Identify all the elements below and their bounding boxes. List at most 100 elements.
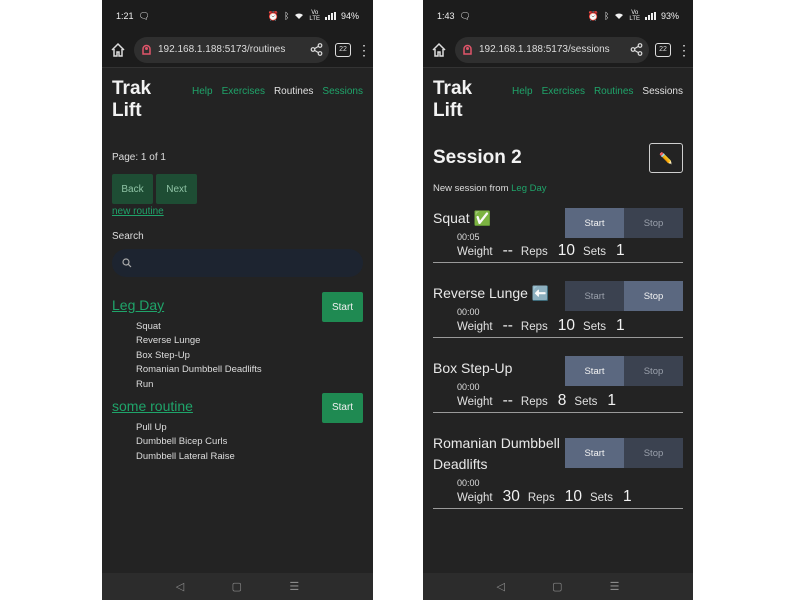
phone-screen-routines: 1:21 🗨 ⏰ ᛒ Vo LTE 94% 192.168.1.188:5173/…: [102, 0, 373, 600]
recents-nav-icon[interactable]: ☰: [610, 580, 620, 593]
search-input[interactable]: [138, 255, 353, 271]
share-icon[interactable]: [310, 43, 323, 56]
start-button[interactable]: Start: [565, 356, 624, 386]
stop-button[interactable]: Stop: [624, 438, 683, 468]
back-button[interactable]: Back: [112, 174, 153, 204]
home-nav-icon[interactable]: ▢: [232, 580, 242, 593]
list-item: Dumbbell Bicep Curls: [136, 436, 228, 448]
more-vert-icon[interactable]: ⋮: [677, 43, 691, 57]
reps-label: Reps: [520, 396, 548, 408]
list-item: Squat: [136, 321, 161, 332]
url-text[interactable]: 192.168.1.188:5173/sessions: [479, 44, 625, 55]
exercise-name: Reverse Lunge ⬅️: [433, 285, 550, 301]
app-title: Trak Lift: [112, 78, 152, 121]
list-item: Run: [136, 378, 154, 390]
battery-level: 94%: [340, 11, 359, 21]
weight-value: --: [502, 242, 513, 259]
exercise-name: Romanian Dumbbell Deadlifts: [433, 435, 560, 472]
status-bar: 1:43 🗨 ⏰ ᛒ Vo LTE 93%: [423, 0, 693, 32]
volte-indicator: Vo LTE: [629, 10, 640, 22]
exercise-stats: Weight -- Reps 10 Sets 1: [457, 317, 683, 335]
sets-value: 1: [616, 242, 625, 259]
source-routine-link[interactable]: Leg Day: [511, 183, 546, 194]
status-bar: 1:21 🗨 ⏰ ᛒ Vo LTE 94%: [102, 0, 373, 32]
stop-button[interactable]: Stop: [624, 208, 683, 238]
start-stop-toggle: Start Stop: [565, 208, 683, 238]
system-nav-bar: ◁ ▢ ☰: [102, 573, 373, 600]
edit-session-button[interactable]: ✏️: [649, 143, 683, 173]
nav-routines[interactable]: Routines: [594, 86, 633, 97]
nav-exercises[interactable]: Exercises: [542, 86, 585, 97]
reps-value: 10: [557, 317, 576, 334]
url-text[interactable]: 192.168.1.188:5173/routines: [158, 44, 305, 55]
nav-exercises[interactable]: Exercises: [222, 86, 265, 97]
exercise-stats: Weight -- Reps 10 Sets 1: [457, 242, 683, 260]
weight-value: 30: [502, 488, 520, 505]
session-exercise: Box Step-Up Start Stop 00:00 Weight -- Re…: [433, 356, 683, 413]
routine-card: Leg Day Start Squat Reverse Lunge Box St…: [112, 292, 363, 392]
bluetooth-icon: ᛒ: [604, 10, 610, 21]
home-icon[interactable]: [429, 40, 449, 60]
start-button[interactable]: Start: [565, 281, 624, 311]
recents-nav-icon[interactable]: ☰: [289, 580, 299, 593]
reps-label: Reps: [520, 246, 548, 258]
alarm-icon: ⏰: [587, 10, 600, 21]
nav-routines[interactable]: Routines: [274, 86, 313, 97]
start-button[interactable]: Start: [565, 208, 624, 238]
tabs-icon[interactable]: 22: [655, 42, 671, 57]
nav-sessions[interactable]: Sessions: [322, 86, 363, 97]
home-nav-icon[interactable]: ▢: [552, 580, 562, 593]
session-subtitle: New session from Leg Day: [433, 183, 547, 194]
new-routine-link[interactable]: new routine: [112, 206, 373, 217]
stop-button[interactable]: Stop: [624, 281, 683, 311]
home-icon[interactable]: [108, 40, 128, 60]
app-title: Trak Lift: [433, 78, 473, 121]
start-routine-button[interactable]: Start: [322, 292, 363, 322]
sets-value: 1: [607, 392, 617, 409]
reps-value: 10: [564, 488, 582, 505]
site-info-icon[interactable]: [140, 43, 153, 56]
more-vert-icon[interactable]: ⋮: [357, 43, 371, 57]
tabs-icon[interactable]: 22: [335, 42, 351, 57]
reps-value: 10: [557, 242, 576, 259]
address-bar[interactable]: 192.168.1.188:5173/routines: [134, 36, 329, 63]
list-item: Pull Up: [136, 421, 167, 433]
search-icon: [122, 258, 132, 268]
app-header: Trak Lift Help Exercises Routines Sessio…: [102, 68, 373, 122]
site-info-icon[interactable]: [461, 43, 474, 56]
exercise-stats: Weight -- Reps 8 Sets 1: [457, 392, 683, 410]
nav-sessions[interactable]: Sessions: [642, 86, 683, 97]
start-button[interactable]: Start: [565, 438, 624, 468]
signal-icon: [324, 12, 336, 20]
weight-label: Weight: [457, 396, 493, 408]
start-routine-button[interactable]: Start: [322, 392, 363, 423]
back-nav-icon[interactable]: ◁: [176, 580, 184, 593]
exercise-name: Box Step-Up: [433, 360, 513, 376]
sets-label: Sets: [574, 396, 598, 408]
session-header: Session 2 ✏️: [433, 143, 683, 173]
battery-level: 93%: [660, 11, 679, 21]
share-icon[interactable]: [630, 43, 643, 56]
sets-label: Sets: [583, 321, 607, 333]
nav-help[interactable]: Help: [512, 86, 533, 97]
list-item: Romanian Dumbbell Deadlifts: [136, 364, 262, 376]
nav-help[interactable]: Help: [192, 86, 213, 97]
next-button[interactable]: Next: [156, 174, 197, 204]
sets-value: 1: [622, 488, 632, 505]
wifi-icon: [615, 13, 624, 19]
weight-value: --: [502, 317, 513, 334]
browser-toolbar: 192.168.1.188:5173/sessions 22 ⋮: [423, 32, 693, 68]
search-field[interactable]: [112, 249, 363, 277]
list-item: Reverse Lunge: [136, 335, 201, 347]
address-bar[interactable]: 192.168.1.188:5173/sessions: [455, 36, 649, 63]
start-stop-toggle: Start Stop: [565, 281, 683, 311]
routine-exercise-list: Squat Reverse Lunge Box Step-Up Romanian…: [136, 320, 363, 392]
alarm-icon: ⏰: [267, 10, 280, 21]
exercise-stats: Weight 30 Reps 10 Sets 1: [457, 488, 683, 506]
reps-value: 8: [557, 392, 567, 409]
signal-icon: [644, 12, 656, 20]
chat-icon: 🗨: [138, 10, 150, 21]
stop-button[interactable]: Stop: [624, 356, 683, 386]
back-nav-icon[interactable]: ◁: [497, 580, 505, 593]
sets-label: Sets: [589, 492, 613, 504]
